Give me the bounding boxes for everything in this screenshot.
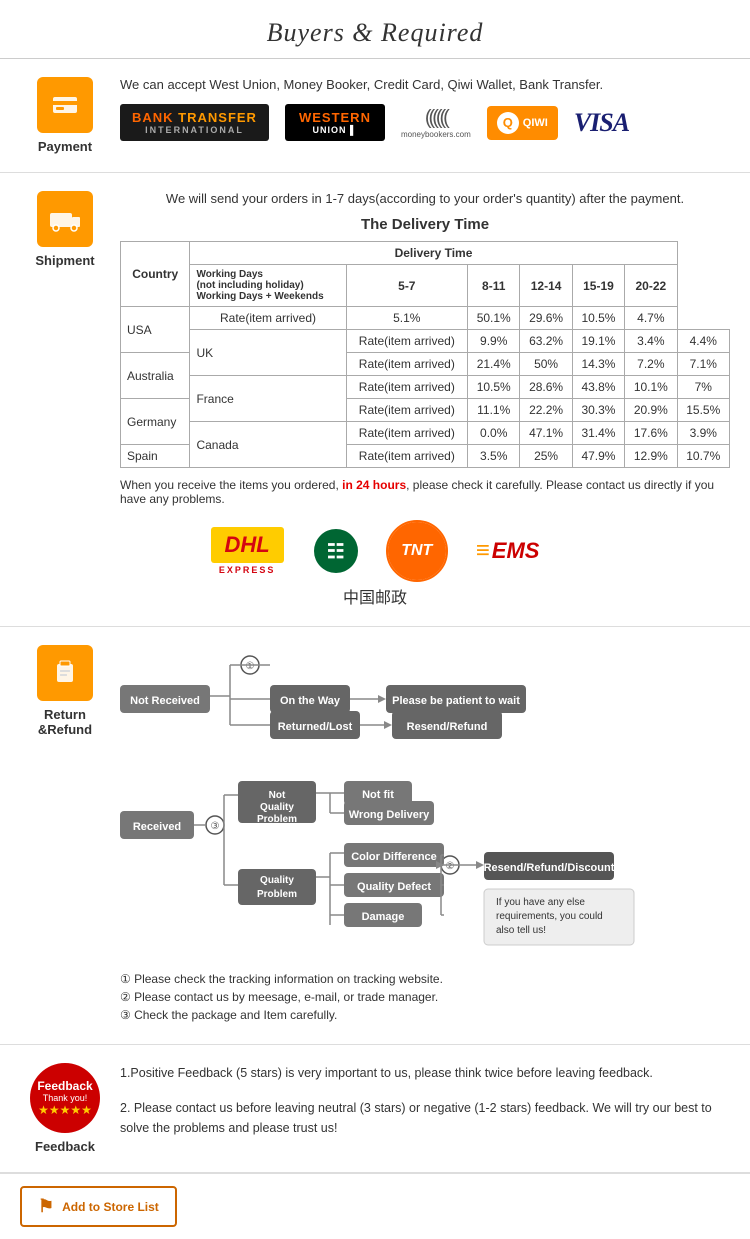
svg-text:Not fit: Not fit [362, 789, 394, 801]
table-row: France Rate(item arrived) 10.5% 28.6% 43… [121, 376, 730, 399]
rate-label-cell: Rate(item arrived) [346, 330, 467, 353]
svg-text:②: ② [446, 861, 455, 872]
country-cell: Germany [121, 399, 190, 445]
shipment-notice: When you receive the items you ordered, … [120, 478, 730, 506]
payment-label: Payment [38, 139, 92, 154]
western-union-logo: WESTERN UNION ▌ [285, 104, 385, 141]
shipment-content: We will send your orders in 1-7 days(acc… [110, 191, 730, 506]
feedback-text-1: 1.Positive Feedback (5 stars) is very im… [120, 1063, 730, 1083]
country-cell: Canada [190, 422, 346, 468]
col-delivery-time: Delivery Time [190, 242, 677, 265]
svg-text:Damage: Damage [362, 911, 405, 923]
return-refund-section: Return &Refund Not Received ① [0, 627, 750, 1045]
ems-logo: ≡ EMS [476, 537, 540, 565]
dhl-logo: DHL EXPRESS [211, 527, 284, 575]
svg-text:also tell us!: also tell us! [496, 925, 546, 936]
tnt-logo: TNT [388, 522, 446, 580]
rate-label-cell: Rate(item arrived) [346, 445, 467, 468]
svg-text:If you have any else: If you have any else [496, 897, 585, 908]
qiwi-logo: Q QIWI [487, 106, 558, 140]
china-post-text: 中国邮政 [20, 584, 730, 608]
country-cell: Spain [121, 445, 190, 468]
svg-text:Please be patient to wait: Please be patient to wait [392, 695, 520, 707]
return-label: Return &Refund [20, 707, 110, 737]
visa-logo: VISA [574, 108, 629, 138]
table-row: USA Rate(item arrived) 5.1% 50.1% 29.6% … [121, 307, 730, 330]
feedback-label: Feedback [35, 1139, 95, 1154]
feedback-section: Feedback Thank you! ★★★★★ Feedback 1.Pos… [0, 1045, 750, 1173]
svg-text:On the Way: On the Way [280, 695, 341, 707]
ref-list: ① Please check the tracking information … [120, 972, 730, 1022]
svg-text:Resend/Refund/Discount: Resend/Refund/Discount [484, 862, 615, 874]
rate-label-cell: Rate(item arrived) [190, 307, 346, 330]
add-to-store-button[interactable]: ⚑ Add to Store List [20, 1186, 177, 1227]
payment-icon [37, 77, 93, 133]
country-cell: UK [190, 330, 346, 376]
shipment-intro: We will send your orders in 1-7 days(acc… [120, 191, 730, 206]
col-working-days: Working Days(not including holiday)Worki… [190, 265, 346, 307]
rate-label-cell: Rate(item arrived) [346, 353, 467, 376]
courier-logos: DHL EXPRESS ☷ TNT ≡ EMS [20, 522, 730, 580]
svg-text:Quality: Quality [260, 875, 294, 886]
return-content: Not Received ① On the Way [110, 645, 730, 1026]
table-row: UK Rate(item arrived) 9.9% 63.2% 19.1% 3… [121, 330, 730, 353]
svg-text:①: ① [246, 661, 255, 672]
col-8-11: 8-11 [468, 265, 520, 307]
payment-icon-area: Payment [20, 77, 110, 154]
feedback-icon: Feedback Thank you! ★★★★★ [30, 1063, 100, 1133]
svg-text:Problem: Problem [257, 889, 297, 900]
payment-logos: BANK TRANSFER INTERNATIONAL WESTERN UNIO… [120, 104, 730, 141]
col-country: Country [121, 242, 190, 307]
bank-transfer-logo: BANK TRANSFER INTERNATIONAL [120, 104, 269, 141]
sf-express-logo: ☷ [314, 529, 358, 573]
svg-text:Resend/Refund: Resend/Refund [407, 721, 488, 733]
country-cell: USA [121, 307, 190, 353]
shipment-section: Shipment We will send your orders in 1-7… [0, 173, 750, 627]
svg-text:Returned/Lost: Returned/Lost [278, 721, 353, 733]
delivery-table-title: The Delivery Time [120, 216, 730, 233]
col-20-22: 20-22 [625, 265, 677, 307]
rate-label-cell: Rate(item arrived) [346, 422, 467, 445]
col-15-19: 15-19 [572, 265, 624, 307]
rate-label-cell: Rate(item arrived) [346, 376, 467, 399]
svg-text:Not: Not [269, 790, 286, 801]
ref-item-2: ② Please contact us by meesage, e-mail, … [120, 990, 730, 1004]
add-to-store-area: ⚑ Add to Store List [0, 1173, 750, 1239]
svg-text:Quality: Quality [260, 802, 294, 813]
table-row: Canada Rate(item arrived) 0.0% 47.1% 31.… [121, 422, 730, 445]
notice-highlight: in 24 hours [342, 478, 406, 492]
rate-label-cell: Rate(item arrived) [346, 399, 467, 422]
add-to-store-label: Add to Store List [62, 1200, 159, 1214]
shipment-icon-area: Shipment [20, 191, 110, 268]
moneybookers-logo: (((((( moneybookers.com [401, 107, 471, 139]
svg-text:requirements, you could: requirements, you could [496, 911, 603, 922]
feedback-content: 1.Positive Feedback (5 stars) is very im… [110, 1063, 730, 1138]
col-12-14: 12-14 [520, 265, 572, 307]
svg-text:Color Difference: Color Difference [351, 851, 437, 863]
payment-content: We can accept West Union, Money Booker, … [110, 77, 730, 141]
return-icon-area: Return &Refund [20, 645, 110, 737]
shipment-label: Shipment [35, 253, 94, 268]
svg-text:Received: Received [133, 821, 181, 833]
return-icon [37, 645, 93, 701]
flow-diagram: Not Received ① On the Way [120, 645, 680, 955]
page-header: Buyers & Required [0, 0, 750, 59]
delivery-table: Country Delivery Time Working Days(not i… [120, 241, 730, 468]
shipment-icon [37, 191, 93, 247]
page-title: Buyers & Required [0, 18, 750, 48]
feedback-text-2: 2. Please contact us before leaving neut… [120, 1098, 730, 1138]
country-cell: Australia [121, 353, 190, 399]
feedback-icon-area: Feedback Thank you! ★★★★★ Feedback [20, 1063, 110, 1154]
svg-text:③: ③ [211, 821, 220, 832]
col-5-7: 5-7 [346, 265, 467, 307]
svg-text:Not Received: Not Received [130, 695, 200, 707]
svg-text:Problem: Problem [257, 814, 297, 825]
ref-item-1: ① Please check the tracking information … [120, 972, 730, 986]
svg-text:Quality Defect: Quality Defect [357, 881, 431, 893]
country-cell: France [190, 376, 346, 422]
payment-section: Payment We can accept West Union, Money … [0, 59, 750, 173]
payment-description: We can accept West Union, Money Booker, … [120, 77, 730, 92]
ref-item-3: ③ Check the package and Item carefully. [120, 1008, 730, 1022]
svg-text:Wrong Delivery: Wrong Delivery [349, 809, 430, 821]
